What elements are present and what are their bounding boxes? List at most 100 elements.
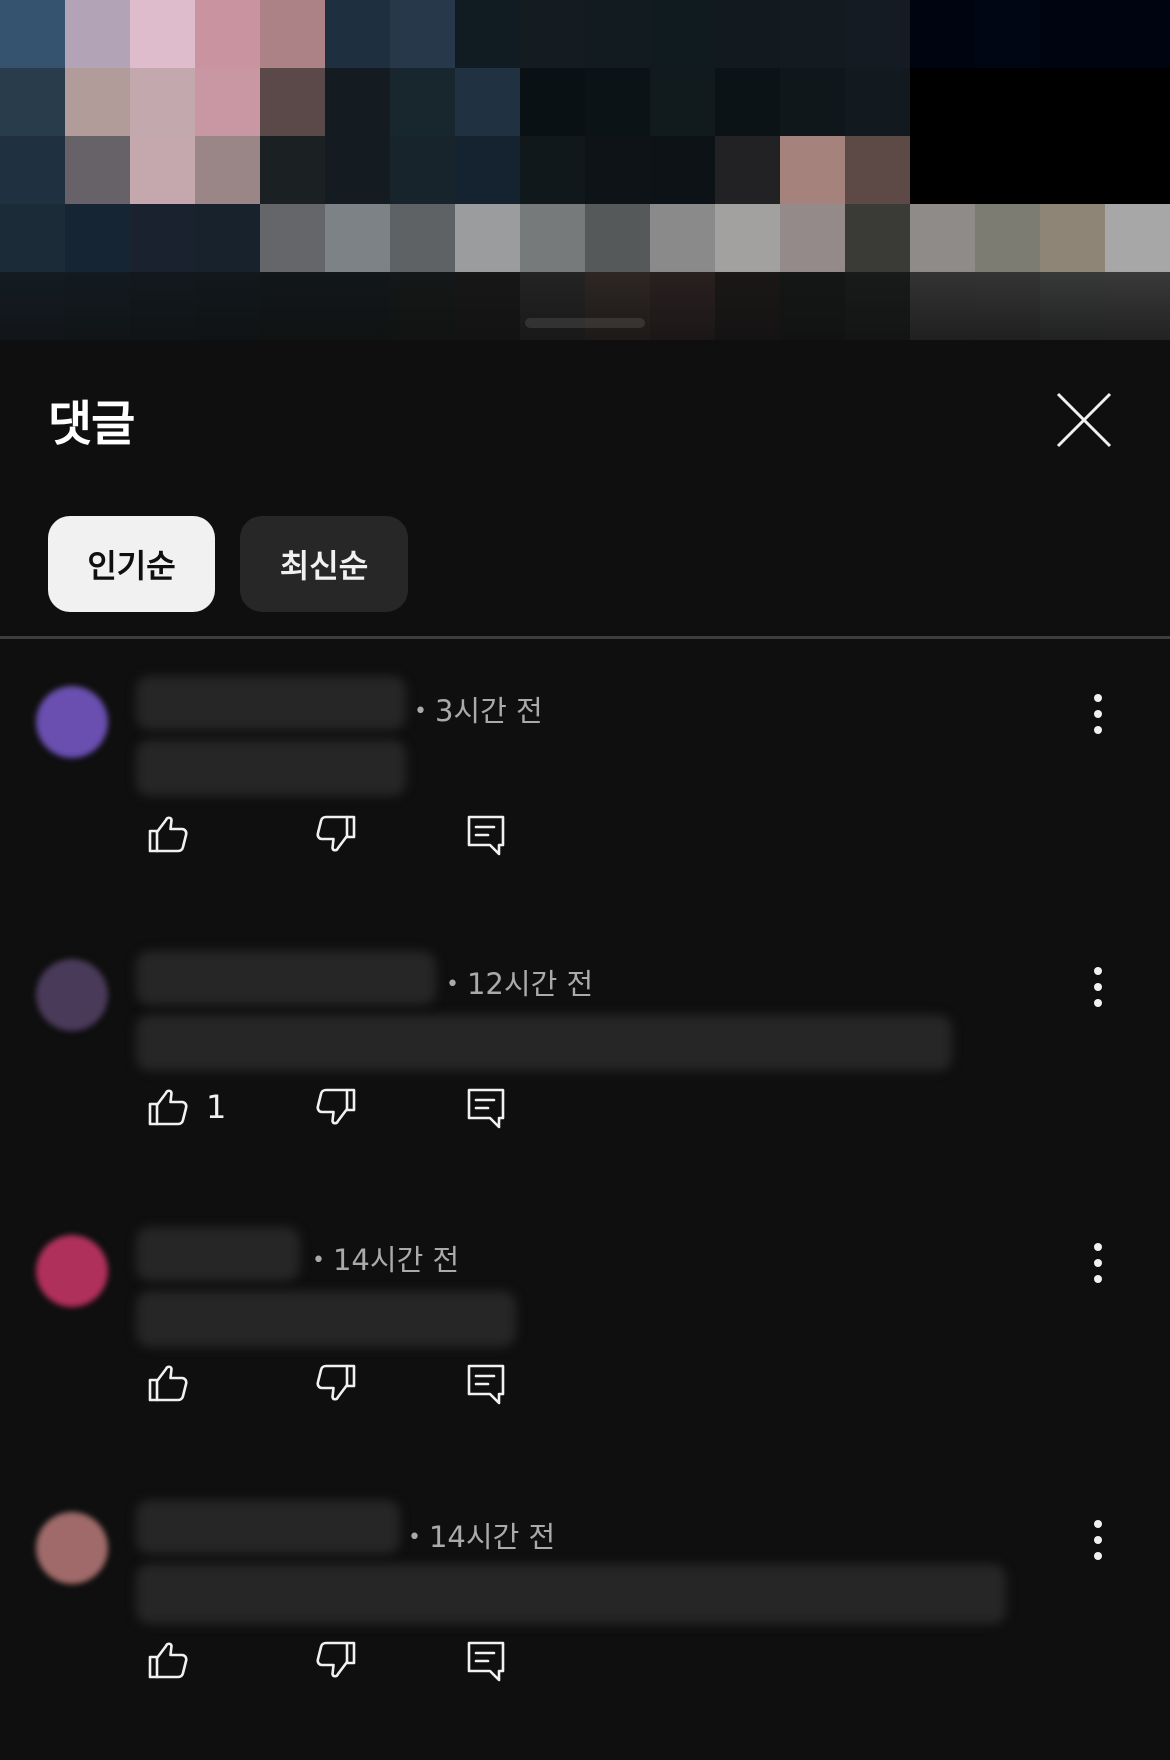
mosaic-tile (910, 0, 976, 69)
comment-meta: • 3시간 전 (414, 688, 543, 730)
dislike-button[interactable] (312, 1630, 360, 1690)
reply-button[interactable] (462, 1630, 510, 1690)
mosaic-tile (650, 0, 716, 69)
mosaic-tile (1105, 68, 1170, 137)
mosaic-tile (0, 136, 66, 205)
mosaic-tile (715, 68, 781, 137)
redacted-comment-text (136, 1015, 952, 1071)
mosaic-tile (975, 136, 1041, 205)
mosaic-tile (455, 68, 521, 137)
mosaic-tile (1105, 204, 1170, 273)
comment-actions (0, 804, 700, 864)
like-button[interactable]: 1 (144, 1077, 226, 1137)
avatar[interactable] (36, 1512, 108, 1584)
separator-dot: • (408, 1525, 421, 1550)
comment-item: • 14시간 전 (0, 1213, 1170, 1483)
more-vert-icon (1094, 1243, 1102, 1283)
mosaic-tile (910, 136, 976, 205)
reply-icon (467, 1364, 505, 1405)
mosaic-tile (65, 68, 131, 137)
redacted-username (136, 676, 406, 730)
mosaic-tile (910, 204, 976, 273)
reply-icon (467, 1641, 505, 1682)
like-button[interactable] (144, 1353, 206, 1413)
comment-actions: 1 (0, 1077, 700, 1137)
separator-dot: • (312, 1248, 325, 1273)
mosaic-tile (260, 68, 326, 137)
mosaic-tile (455, 136, 521, 205)
close-button[interactable] (1054, 390, 1114, 450)
mosaic-tile (780, 204, 846, 273)
mosaic-tile (520, 204, 586, 273)
mosaic-tile (195, 136, 261, 205)
thumbs-down-icon (316, 815, 356, 852)
avatar[interactable] (36, 686, 108, 758)
reply-button[interactable] (462, 1077, 510, 1137)
mosaic-tile (585, 204, 651, 273)
more-vert-icon (1094, 967, 1102, 1007)
mosaic-tile (65, 136, 131, 205)
mosaic-tile (1040, 0, 1106, 69)
mosaic-tile (1040, 68, 1106, 137)
reply-icon (467, 815, 505, 856)
reply-button[interactable] (462, 1353, 510, 1413)
like-button[interactable] (144, 804, 206, 864)
mosaic-tile (195, 0, 261, 69)
mosaic-tile (715, 0, 781, 69)
thumbs-up-icon (148, 1365, 188, 1402)
mosaic-tile (130, 204, 196, 273)
more-button[interactable] (1080, 684, 1116, 744)
reply-button[interactable] (462, 804, 510, 864)
comment-item: • 3시간 전 (0, 664, 1170, 934)
like-count: 1 (206, 1088, 227, 1126)
mosaic-tile (195, 204, 261, 273)
mosaic-tile (1105, 0, 1170, 69)
mosaic-tile (585, 68, 651, 137)
like-button[interactable] (144, 1630, 206, 1690)
dislike-button[interactable] (312, 804, 360, 864)
redacted-username (136, 951, 436, 1005)
thumbs-up-icon (148, 1089, 188, 1126)
mosaic-tile (455, 204, 521, 273)
mosaic-tile (715, 136, 781, 205)
mosaic-tile (130, 136, 196, 205)
comment-meta: • 12시간 전 (446, 961, 593, 1003)
mosaic-tile (325, 68, 391, 137)
thumbs-down-icon (316, 1641, 356, 1678)
mosaic-tile (650, 204, 716, 273)
separator-dot: • (446, 972, 459, 997)
mosaic-tile (325, 0, 391, 69)
mosaic-tile (845, 0, 911, 69)
mosaic-tile (845, 136, 911, 205)
mosaic-tile (0, 68, 66, 137)
mosaic-tile (845, 204, 911, 273)
avatar[interactable] (36, 959, 108, 1031)
dislike-button[interactable] (312, 1077, 360, 1137)
divider (0, 636, 1170, 639)
more-vert-icon (1094, 694, 1102, 734)
more-button[interactable] (1080, 957, 1116, 1017)
sort-chip-newest[interactable]: 최신순 (240, 516, 408, 612)
comment-item: • 12시간 전 1 (0, 937, 1170, 1207)
mosaic-tile (1040, 136, 1106, 205)
comment-time: 14시간 전 (332, 1243, 460, 1277)
mosaic-tile (975, 204, 1041, 273)
sort-chip-popular[interactable]: 인기순 (48, 516, 215, 612)
drag-handle[interactable] (525, 318, 645, 328)
video-preview[interactable] (0, 0, 1170, 340)
mosaic-tile (390, 136, 456, 205)
mosaic-tile (0, 0, 66, 69)
dislike-button[interactable] (312, 1353, 360, 1413)
comments-title: 댓글 (48, 396, 135, 452)
thumbs-up-icon (148, 1642, 188, 1679)
mosaic-tile (975, 68, 1041, 137)
avatar[interactable] (36, 1235, 108, 1307)
redacted-username (136, 1227, 300, 1281)
close-icon (1056, 392, 1112, 448)
more-button[interactable] (1080, 1510, 1116, 1570)
mosaic-tile (910, 68, 976, 137)
mosaic-tile (0, 204, 66, 273)
mosaic-tile (585, 0, 651, 69)
mosaic-tile (130, 0, 196, 69)
more-button[interactable] (1080, 1233, 1116, 1293)
